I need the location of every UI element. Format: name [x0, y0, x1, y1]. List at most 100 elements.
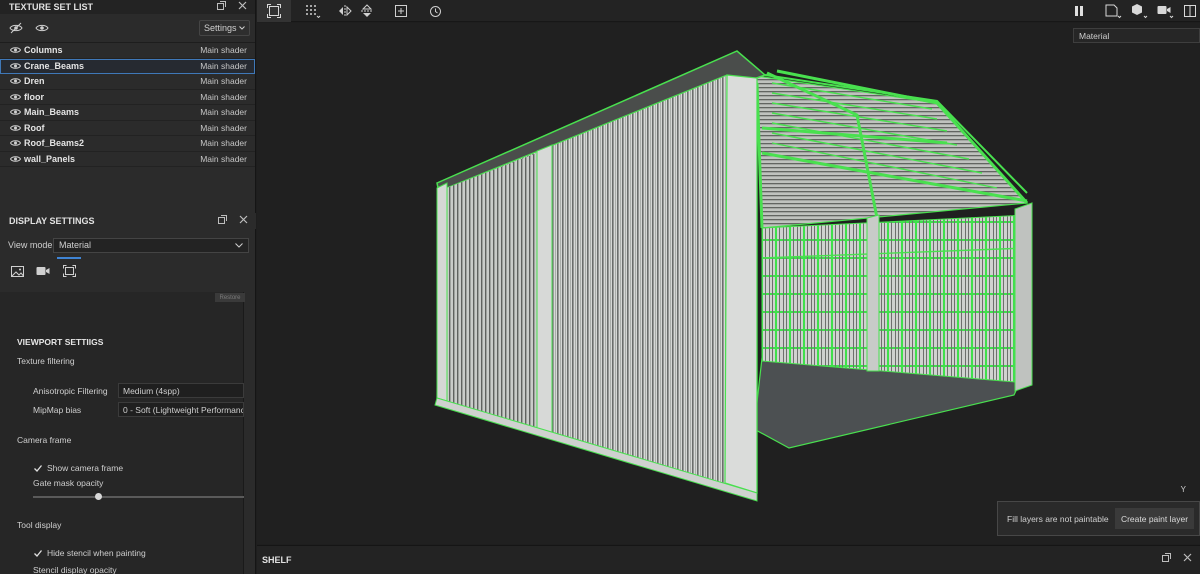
eye-icon[interactable]: [10, 62, 21, 70]
restore-button[interactable]: Restore: [215, 293, 245, 302]
mipmap-bias-label: MipMap bias: [33, 404, 82, 415]
close-icon[interactable]: [239, 215, 248, 227]
add-button[interactable]: [391, 0, 411, 22]
visibility-toggle-icon[interactable]: [8, 20, 24, 36]
texture-set-shader[interactable]: Main shader: [200, 138, 247, 148]
texture-set-shader[interactable]: Main shader: [200, 92, 247, 102]
warehouse-model-render: [434, 50, 1033, 502]
create-paint-layer-button[interactable]: Create paint layer: [1115, 508, 1194, 529]
notification-text: Fill layers are not paintable: [1007, 513, 1109, 524]
tab-environment[interactable]: [9, 263, 25, 279]
texture-set-shader[interactable]: Main shader: [200, 123, 247, 133]
eye-icon[interactable]: [10, 108, 21, 116]
float-window-icon[interactable]: [218, 215, 227, 227]
grid-dots-icon: [306, 5, 321, 18]
eye-icon[interactable]: [10, 155, 21, 163]
checkmark-icon: [34, 549, 42, 557]
float-window-icon[interactable]: [217, 1, 226, 13]
3d-viewport[interactable]: Material Y Fill layers are not paintable…: [257, 23, 1200, 544]
texture-set-shader[interactable]: Main shader: [200, 107, 247, 117]
texture-set-name: Roof_Beams2: [24, 138, 85, 149]
hide-stencil-checkbox[interactable]: Hide stencil when painting: [34, 548, 146, 558]
close-icon[interactable]: [1183, 553, 1192, 565]
camera-icon: [1157, 6, 1174, 19]
close-icon[interactable]: [238, 1, 247, 13]
polygon-fill-button[interactable]: [301, 0, 325, 22]
plus-square-icon: [395, 5, 407, 17]
texture-set-list-header: TEXTURE SET LIST: [0, 0, 255, 14]
texture-set-list-title: TEXTURE SET LIST: [9, 2, 94, 12]
pause-icon: [1075, 6, 1083, 16]
mipmap-bias-row: MipMap bias 0 - Soft (Lightweight Perfor…: [33, 402, 244, 417]
settings-label: Settings: [204, 23, 237, 33]
select-mode-button[interactable]: [257, 0, 291, 22]
eye-icon[interactable]: [34, 20, 50, 36]
view-mode-value: Material: [59, 240, 92, 250]
display-mode-button[interactable]: [1103, 0, 1125, 22]
gate-mask-opacity-slider-handle[interactable]: [94, 493, 102, 500]
texture-set-shader[interactable]: Main shader: [200, 76, 247, 86]
texture-set-row[interactable]: Roof Main shader: [0, 120, 255, 136]
history-button[interactable]: [425, 0, 445, 22]
shelf-panel: SHELF: [257, 545, 1200, 574]
float-window-icon[interactable]: [1162, 553, 1171, 565]
pause-button[interactable]: [1069, 0, 1089, 22]
view-mode-row: View mode Material: [0, 236, 256, 254]
texture-set-row[interactable]: Main_Beams Main shader: [0, 105, 255, 121]
eye-icon[interactable]: [10, 46, 21, 54]
eye-icon[interactable]: [10, 77, 21, 85]
settings-dropdown[interactable]: Settings: [199, 20, 250, 36]
display-settings-title: DISPLAY SETTINGS: [9, 216, 95, 226]
display-settings-header: DISPLAY SETTINGS: [0, 213, 256, 229]
texture-set-name: Columns: [24, 45, 63, 56]
tab-viewport[interactable]: [57, 257, 81, 279]
camera-button[interactable]: [1155, 0, 1177, 22]
object-view-button[interactable]: [1129, 0, 1151, 22]
camera-frame-label: Camera frame: [17, 435, 72, 445]
texture-set-list: Columns Main shader Crane_Beams Main shader…: [0, 42, 255, 167]
texture-set-toolbar: Settings: [0, 14, 255, 42]
texture-set-shader[interactable]: Main shader: [200, 45, 247, 55]
mirror-x-button[interactable]: [335, 0, 355, 22]
texture-set-row[interactable]: Crane_Beams Main shader: [0, 58, 255, 74]
texture-set-name: Roof: [24, 122, 45, 133]
anisotropic-filtering-select[interactable]: Medium (4spp): [118, 383, 244, 398]
view-mode-select[interactable]: Material: [53, 237, 249, 253]
eye-icon[interactable]: [10, 93, 21, 101]
viewport-material-select[interactable]: Material: [1073, 28, 1200, 43]
stencil-display-opacity-label: Stencil display opacity: [33, 565, 117, 574]
texture-set-row[interactable]: Roof_Beams2 Main shader: [0, 136, 255, 152]
viewport-settings-title: VIEWPORT SETTIIGS: [17, 337, 104, 347]
texture-set-row[interactable]: wall_Panels Main shader: [0, 151, 255, 167]
mirror-vertical-icon: [361, 4, 373, 17]
eye-icon[interactable]: [10, 139, 21, 147]
view-square-icon: [1105, 4, 1122, 19]
anisotropic-filtering-label: Anisotropic Filtering: [33, 385, 108, 396]
mirror-icon: [339, 5, 352, 17]
mipmap-bias-select[interactable]: 0 - Soft (Lightweight Performance): [118, 402, 244, 417]
texture-set-name: floor: [24, 91, 44, 102]
texture-set-shader[interactable]: Main shader: [200, 154, 247, 164]
axis-y-label: Y: [1180, 485, 1186, 494]
viewport-toolbar: [257, 0, 1200, 22]
viewport-frame-icon: [62, 265, 76, 277]
texture-set-name: wall_Panels: [24, 153, 76, 164]
texture-set-row[interactable]: floor Main shader: [0, 89, 255, 105]
mirror-y-button[interactable]: [357, 0, 377, 22]
texture-set-shader[interactable]: Main shader: [200, 61, 247, 71]
tab-camera[interactable]: [35, 263, 51, 279]
gate-mask-opacity-slider[interactable]: [33, 496, 244, 498]
texture-set-row[interactable]: Dren Main shader: [0, 74, 255, 90]
show-camera-frame-label: Show camera frame: [47, 463, 124, 473]
texture-set-row[interactable]: Columns Main shader: [0, 43, 255, 59]
viewport-settings-scroll-area[interactable]: [0, 292, 244, 574]
cube-icon: [1132, 4, 1148, 19]
layout-button[interactable]: [1181, 0, 1199, 22]
texture-filtering-label: Texture filtering: [17, 356, 75, 366]
view-mode-label: View mode: [8, 240, 53, 250]
left-panel-column: TEXTURE SET LIST Settings Columns Main sh…: [0, 0, 256, 574]
show-camera-frame-checkbox[interactable]: Show camera frame: [34, 463, 123, 473]
eye-icon[interactable]: [10, 124, 21, 132]
shelf-title: SHELF: [262, 555, 292, 565]
anisotropic-filtering-row: Anisotropic Filtering Medium (4spp): [33, 383, 244, 398]
